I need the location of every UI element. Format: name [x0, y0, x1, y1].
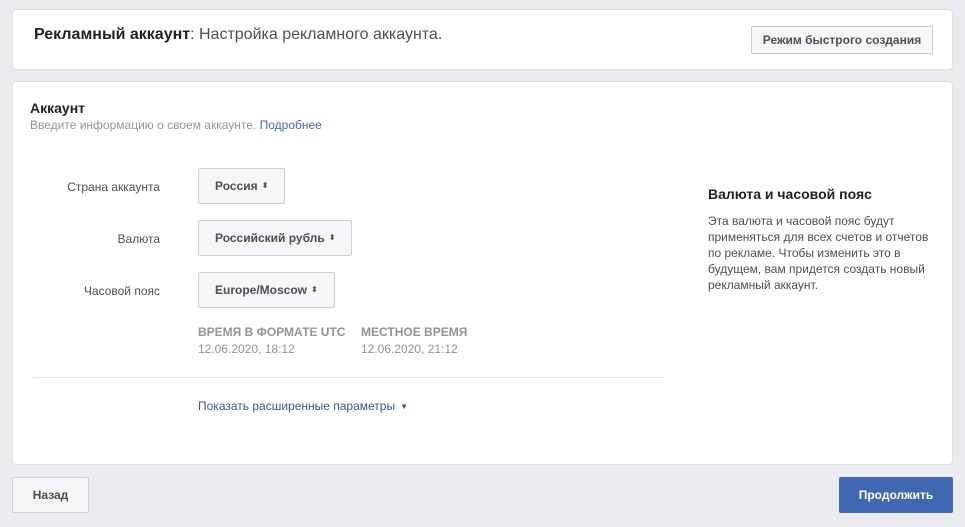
sort-arrows-icon: ⬍ [328, 233, 336, 242]
currency-select-value: Российский рубль [215, 231, 325, 245]
local-time-value: 12.06.2020, 21:12 [361, 342, 458, 356]
sort-arrows-icon: ⬍ [311, 285, 318, 294]
divider [33, 377, 664, 378]
sort-arrows-icon: ⬍ [261, 181, 269, 190]
page-title-subtitle: : Настройка рекламного аккаунта. [190, 26, 443, 43]
currency-timezone-info-title: Валюта и часовой пояс [708, 186, 872, 202]
timezone-label: Часовой пояс [83, 284, 160, 298]
country-label: Страна аккаунта [67, 180, 160, 194]
header-card: Рекламный аккаунт: Настройка рекламного … [12, 9, 953, 70]
section-subtitle: Введите информацию о своем аккаунте. Под… [30, 118, 322, 132]
show-advanced-options-label: Показать расширенные параметры [198, 399, 396, 413]
utc-time-label: ВРЕМЯ В ФОРМАТЕ UTC [198, 325, 346, 339]
page-title-bold: Рекламный аккаунт [34, 26, 191, 43]
caret-down-icon: ▼ [400, 402, 409, 411]
page-title: Рекламный аккаунт: Настройка рекламного … [34, 26, 442, 44]
local-time-label: МЕСТНОЕ ВРЕМЯ [361, 325, 468, 339]
quick-create-mode-button[interactable]: Режим быстрого создания [751, 26, 933, 54]
account-settings-card: Аккаунт Введите информацию о своем аккау… [12, 81, 953, 465]
currency-select[interactable]: Российский рубль ⬍ [198, 220, 353, 256]
currency-label: Валюта [117, 232, 160, 246]
currency-timezone-info-text: Эта валюта и часовой пояс будут применят… [708, 214, 929, 292]
timezone-select-value: Europe/Moscow [215, 283, 308, 297]
section-subtitle-text: Введите информацию о своем аккаунте. [30, 118, 257, 132]
timezone-select[interactable]: Europe/Moscow ⬍ [198, 272, 335, 308]
utc-time-value: 12.06.2020, 18:12 [198, 342, 295, 356]
continue-button[interactable]: Продолжить [839, 477, 953, 513]
country-select[interactable]: Россия ⬍ [198, 168, 286, 204]
section-title: Аккаунт [30, 100, 86, 116]
back-button[interactable]: Назад [12, 477, 89, 513]
learn-more-link[interactable]: Подробнее [260, 118, 322, 132]
show-advanced-options-link[interactable]: Показать расширенные параметры ▼ [198, 399, 408, 413]
country-select-value: Россия [215, 179, 258, 193]
